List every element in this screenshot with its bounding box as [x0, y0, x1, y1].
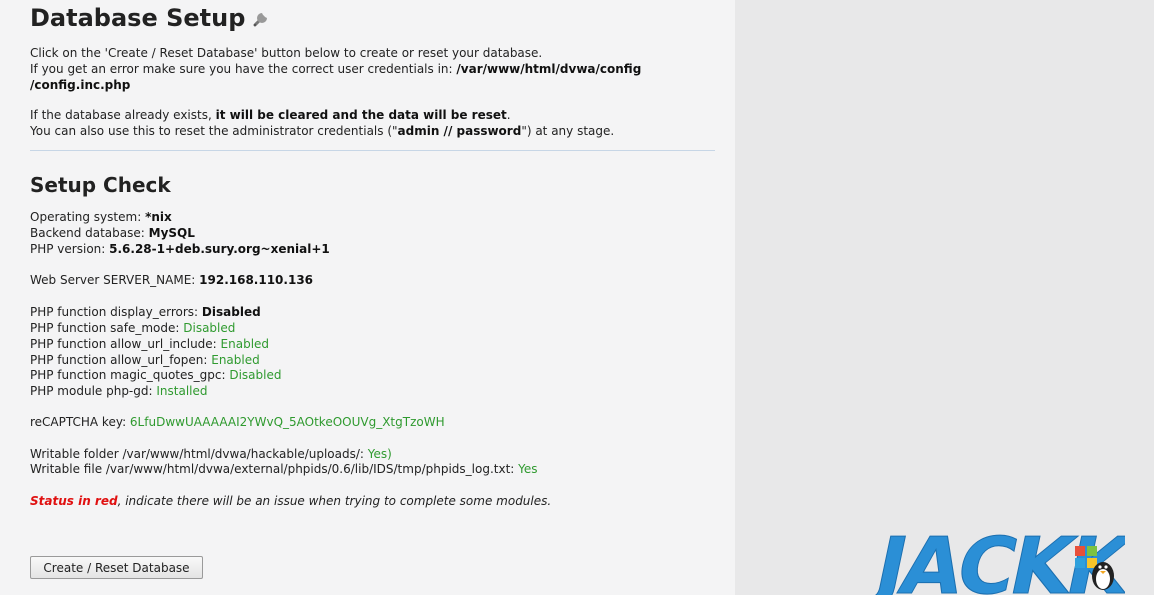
server-name-label: Web Server SERVER_NAME:: [30, 273, 200, 287]
reset-warning: it will be cleared and the data will be …: [215, 108, 507, 122]
allow-url-fopen-value: Enabled: [211, 353, 260, 367]
php-gd-value: Installed: [156, 384, 208, 398]
display-errors-value: Disabled: [201, 305, 261, 319]
section-divider: [30, 150, 715, 151]
php-version-value: 5.6.28-1+deb.sury.org~xenial+1: [109, 242, 330, 256]
reset-line-2: You can also use this to reset the admin…: [30, 123, 614, 139]
writable-file-row: Writable file /var/www/html/dvwa/externa…: [30, 461, 538, 477]
reset-line-1: If the database already exists, it will …: [30, 107, 511, 123]
reset-period: .: [506, 108, 511, 122]
db-value: MySQL: [148, 226, 195, 240]
server-name-row: Web Server SERVER_NAME: 192.168.110.136: [30, 272, 313, 288]
allow-url-include-label: PHP function allow_url_include:: [30, 337, 221, 351]
php-version-row: PHP version: 5.6.28-1+deb.sury.org~xenia…: [30, 241, 330, 257]
status-note-row: Status in red, indicate there will be an…: [30, 493, 551, 509]
php-gd-label: PHP module php-gd:: [30, 384, 157, 398]
recaptcha-row: reCAPTCHA key: 6LfuDwwUAAAAAI2YWvQ_5AOtk…: [30, 414, 445, 430]
config-file: /config.inc.php: [30, 78, 131, 92]
magic-quotes-value: Disabled: [229, 368, 282, 382]
page-title: Database Setup: [30, 4, 273, 32]
server-name-value: 192.168.110.136: [199, 273, 314, 287]
config-path: /var/www/html/dvwa/config: [456, 62, 642, 76]
writable-folder-value: Yes): [367, 447, 392, 461]
display-errors-label: PHP function display_errors:: [30, 305, 202, 319]
allow-url-fopen-row: PHP function allow_url_fopen: Enabled: [30, 352, 260, 368]
watermark-text: JACKK: [865, 521, 1125, 595]
jackk-watermark-logo: JACKK: [865, 520, 1125, 595]
db-row: Backend database: MySQL: [30, 225, 195, 241]
status-note-text: , indicate there will be an issue when t…: [117, 494, 552, 508]
writable-folder-label: Writable folder /var/www/html/dvwa/hacka…: [30, 447, 368, 461]
magic-quotes-row: PHP function magic_quotes_gpc: Disabled: [30, 367, 281, 383]
intro-text-1: Click on the 'Create / Reset Database' b…: [30, 46, 543, 60]
intro-line-2: If you get an error make sure you have t…: [30, 61, 641, 77]
penguin-icon: [1092, 562, 1114, 590]
os-label: Operating system:: [30, 210, 146, 224]
page-title-text: Database Setup: [30, 4, 246, 32]
display-errors-row: PHP function display_errors: Disabled: [30, 304, 261, 320]
os-row: Operating system: *nix: [30, 209, 172, 225]
admin-credentials: admin // password: [397, 124, 522, 138]
main-content-panel: Database Setup Click on the 'Create / Re…: [0, 0, 735, 595]
safe-mode-value: Disabled: [183, 321, 236, 335]
safe-mode-row: PHP function safe_mode: Disabled: [30, 320, 235, 336]
allow-url-include-value: Enabled: [220, 337, 270, 351]
reset-text-2-end: ") at any stage.: [521, 124, 615, 138]
recaptcha-label: reCAPTCHA key:: [30, 415, 130, 429]
status-red-label: Status in red: [30, 494, 118, 508]
setup-check-heading: Setup Check: [30, 173, 171, 197]
intro-line-3: /config.inc.php: [30, 77, 130, 93]
db-label: Backend database:: [30, 226, 149, 240]
php-gd-row: PHP module php-gd: Installed: [30, 383, 207, 399]
right-panel: [735, 0, 1154, 595]
magic-quotes-label: PHP function magic_quotes_gpc:: [30, 368, 230, 382]
reset-text-1: If the database already exists,: [30, 108, 216, 122]
reset-text-2: You can also use this to reset the admin…: [30, 124, 398, 138]
intro-line-1: Click on the 'Create / Reset Database' b…: [30, 45, 542, 61]
php-version-label: PHP version:: [30, 242, 110, 256]
wrench-icon: [253, 13, 268, 27]
writable-file-value: Yes: [518, 462, 538, 476]
safe-mode-label: PHP function safe_mode:: [30, 321, 184, 335]
recaptcha-value: 6LfuDwwUAAAAAI2YWvQ_5AOtkeOOUVg_XtgTzoWH: [129, 415, 445, 429]
allow-url-fopen-label: PHP function allow_url_fopen:: [30, 353, 212, 367]
writable-folder-row: Writable folder /var/www/html/dvwa/hacka…: [30, 446, 392, 462]
create-reset-database-button[interactable]: Create / Reset Database: [30, 556, 203, 579]
writable-file-label: Writable file /var/www/html/dvwa/externa…: [30, 462, 519, 476]
os-value: *nix: [145, 210, 172, 224]
allow-url-include-row: PHP function allow_url_include: Enabled: [30, 336, 269, 352]
intro-text-2: If you get an error make sure you have t…: [30, 62, 457, 76]
